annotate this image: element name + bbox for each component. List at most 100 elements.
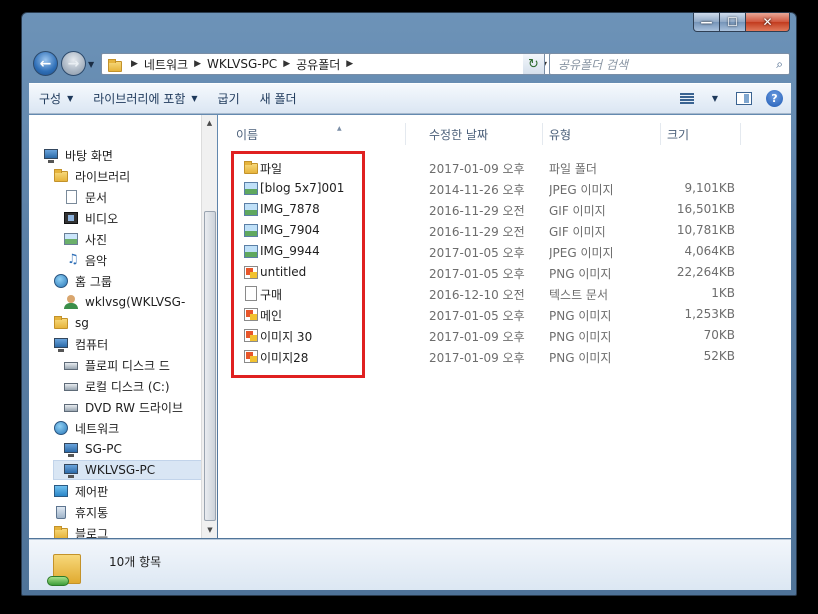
scroll-thumb[interactable]	[204, 211, 216, 521]
forward-button[interactable]: →	[61, 51, 86, 76]
sidebar-item-label: 로컬 디스크 (C:)	[85, 379, 170, 394]
sidebar-item-label: 블로그	[75, 526, 109, 539]
address-bar[interactable]: ▶ 네트워크 ▶ WKLVSG-PC ▶ 공유폴더 ▶ ▼	[101, 53, 553, 75]
navigation-scrollbar[interactable]: ▲ ▼	[201, 115, 217, 538]
sidebar-item-network[interactable]: 네트워크	[53, 418, 119, 438]
file-size: 1KB	[711, 286, 735, 300]
network-computer-icon	[63, 441, 79, 457]
desktop-icon	[43, 147, 59, 163]
close-button[interactable]: ✕	[746, 13, 790, 32]
sidebar-item-local-disk[interactable]: 로컬 디스크 (C:)	[63, 376, 170, 396]
column-header-type-label: 유형	[549, 127, 572, 142]
sidebar-item-blog[interactable]: 블로그	[53, 523, 108, 538]
file-date: 2017-01-05 오후...	[429, 309, 525, 323]
file-type: PNG 이미지	[549, 330, 612, 344]
column-header-name[interactable]: 이름 ▲	[230, 123, 406, 145]
breadcrumb-separator-icon[interactable]: ▶	[194, 59, 201, 69]
maximize-button[interactable]: ☐	[720, 13, 746, 32]
refresh-button[interactable]: ↻	[523, 53, 545, 75]
breadcrumb-separator-icon[interactable]: ▶	[131, 59, 138, 69]
sidebar-item-sg-pc[interactable]: SG-PC	[63, 439, 122, 459]
sidebar-item-documents[interactable]: 문서	[63, 187, 107, 207]
sidebar-item-desktop[interactable]: 바탕 화면	[43, 145, 113, 165]
sidebar-item-libraries[interactable]: 라이브러리	[53, 166, 130, 186]
music-icon: ♫	[67, 252, 79, 267]
sidebar-item-dvd[interactable]: DVD RW 드라이브	[63, 397, 183, 417]
sidebar-item-recycle-bin[interactable]: 휴지통	[53, 502, 108, 522]
highlight-annotation-box	[231, 151, 365, 378]
folder-icon	[53, 525, 69, 538]
recent-pages-dropdown[interactable]: ▼	[88, 60, 94, 69]
file-date: 2016-11-29 오전...	[429, 204, 525, 218]
sidebar-item-homegroup-user[interactable]: wklvsg(WKLVSG-	[63, 292, 185, 312]
breadcrumb-separator-icon[interactable]: ▶	[346, 59, 353, 69]
column-header-size[interactable]: 크기	[661, 123, 741, 145]
file-type: JPEG 이미지	[549, 183, 614, 197]
navigation-row: ← → ▼ ▶ 네트워크 ▶ WKLVSG-PC ▶ 공유폴더 ▶ ▼ ↻ 공유…	[29, 49, 791, 77]
include-library-button[interactable]: 라이브러리에 포함 ▼	[83, 84, 207, 113]
sort-up-icon: ▲	[337, 125, 342, 132]
breadcrumb-network[interactable]: 네트워크	[144, 56, 188, 73]
organize-button[interactable]: 구성 ▼	[29, 84, 83, 113]
organize-label: 구성	[39, 92, 62, 106]
network-computer-icon	[63, 462, 79, 478]
sidebar-item-label: 플로피 디스크 드	[85, 358, 170, 373]
search-input[interactable]: 공유폴더 검색 ⌕	[549, 53, 790, 75]
forward-arrow-icon: →	[67, 55, 80, 72]
breadcrumb-separator-icon[interactable]: ▶	[283, 59, 290, 69]
file-type: 파일 폴더	[549, 162, 597, 176]
sidebar-item-floppy[interactable]: 플로피 디스크 드	[63, 355, 170, 375]
help-icon[interactable]: ?	[766, 90, 783, 107]
new-folder-label: 새 폴더	[259, 92, 297, 106]
minimize-icon: —	[700, 15, 713, 29]
change-view-icon[interactable]	[679, 92, 694, 105]
file-size: 16,501KB	[676, 202, 735, 216]
local-disk-icon	[63, 378, 79, 394]
view-options-dropdown[interactable]: ▼	[702, 84, 722, 113]
sidebar-item-videos[interactable]: 비디오	[63, 208, 118, 228]
breadcrumb-pc[interactable]: WKLVSG-PC	[207, 57, 277, 71]
file-size: 22,264KB	[676, 265, 735, 279]
file-date: 2014-11-26 오후...	[429, 183, 525, 197]
column-header-date[interactable]: 수정한 날짜	[423, 123, 543, 145]
user-icon	[63, 294, 79, 310]
sidebar-item-sg[interactable]: sg	[53, 313, 89, 333]
back-button[interactable]: ←	[33, 51, 58, 76]
file-type: PNG 이미지	[549, 351, 612, 365]
dvd-drive-icon	[63, 399, 79, 415]
sidebar-item-label: 문서	[85, 190, 108, 205]
column-header-type[interactable]: 유형	[543, 123, 661, 145]
new-folder-button[interactable]: 새 폴더	[250, 84, 307, 113]
scroll-down-icon[interactable]: ▼	[202, 522, 218, 538]
maximize-icon: ☐	[727, 15, 738, 29]
file-size: 4,064KB	[684, 244, 735, 258]
control-panel-icon	[53, 483, 69, 499]
sidebar-item-wklvsg-pc[interactable]: WKLVSG-PC	[53, 460, 201, 480]
sidebar-item-computer[interactable]: 컴퓨터	[53, 334, 108, 354]
back-arrow-icon: ←	[39, 55, 52, 72]
computer-icon	[53, 336, 69, 352]
scroll-up-icon[interactable]: ▲	[202, 115, 217, 131]
minimize-button[interactable]: —	[693, 13, 720, 32]
file-type: GIF 이미지	[549, 225, 606, 239]
burn-button[interactable]: 굽기	[208, 84, 250, 113]
command-bar-right: ▼ ?	[679, 84, 791, 113]
documents-icon	[63, 189, 79, 205]
sidebar-item-label: 비디오	[85, 211, 119, 226]
sidebar-item-control-panel[interactable]: 제어판	[53, 481, 108, 501]
sidebar-item-label: wklvsg(WKLVSG-	[85, 295, 186, 309]
sidebar-item-music[interactable]: ♫ 음악	[63, 250, 107, 270]
file-size: 10,781KB	[676, 223, 735, 237]
search-icon[interactable]: ⌕	[776, 57, 783, 72]
sidebar-item-homegroup[interactable]: 홈 그룹	[53, 271, 112, 291]
preview-pane-icon[interactable]	[736, 92, 752, 105]
chevron-down-icon: ▼	[711, 94, 718, 103]
details-pane: 10개 항목	[29, 539, 791, 590]
file-date: 2016-11-29 오전...	[429, 225, 525, 239]
folder-icon	[53, 315, 69, 331]
close-icon: ✕	[762, 15, 773, 29]
breadcrumb-shared-folder[interactable]: 공유폴더	[296, 56, 340, 73]
sidebar-item-label: 제어판	[75, 484, 109, 499]
sidebar-item-pictures[interactable]: 사진	[63, 229, 107, 249]
homegroup-icon	[53, 273, 69, 289]
